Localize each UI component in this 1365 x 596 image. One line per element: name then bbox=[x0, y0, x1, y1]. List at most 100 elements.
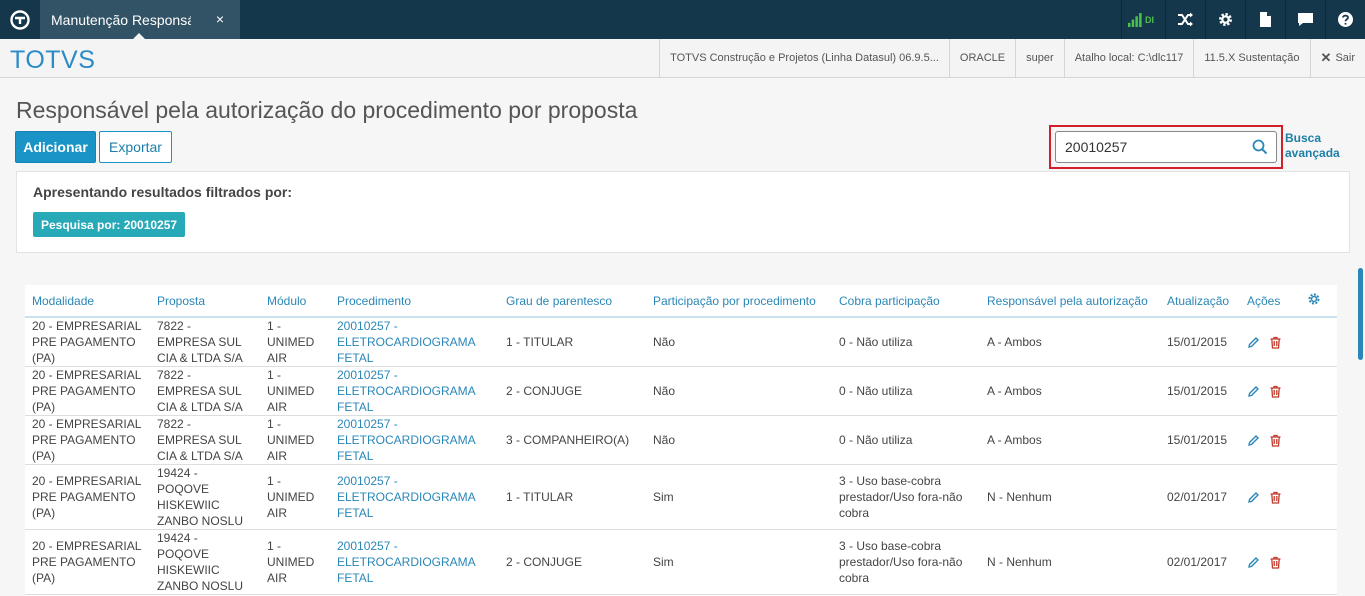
cell-grau: 1 - TITULAR bbox=[499, 317, 646, 367]
edit-icon[interactable] bbox=[1247, 336, 1260, 349]
col-grau[interactable]: Grau de parentesco bbox=[499, 285, 646, 318]
cell-modalidade: 20 - EMPRESARIAL PRE PAGAMENTO (PA) bbox=[25, 317, 150, 367]
shortcut-info: Atalho local: C:\dlc117 bbox=[1063, 39, 1194, 77]
cell-proposta: 7822 - EMPRESA SUL CIA & LTDA S/A bbox=[150, 415, 260, 465]
close-icon: ✕ bbox=[1320, 50, 1332, 65]
edit-icon[interactable] bbox=[1247, 491, 1260, 504]
database-info: ORACLE bbox=[948, 39, 1015, 77]
cell-cobra: 0 - Não utiliza bbox=[832, 317, 980, 367]
trash-icon[interactable] bbox=[1269, 385, 1282, 398]
cell-modulo: 1 - UNIMED AIR bbox=[260, 464, 330, 530]
cell-acoes bbox=[1240, 415, 1300, 465]
table-row: 20 - EMPRESARIAL PRE PAGAMENTO (PA) 1942… bbox=[25, 529, 1337, 595]
edit-icon[interactable] bbox=[1247, 556, 1260, 569]
gear-icon bbox=[1219, 13, 1232, 26]
search-input[interactable] bbox=[1057, 132, 1247, 162]
search-icon[interactable] bbox=[1252, 139, 1268, 155]
cell-atualizacao: 15/01/2015 bbox=[1160, 366, 1240, 416]
cell-procedimento-link[interactable]: 20010257 - ELETROCARDIOGRAMA FETAL bbox=[330, 366, 499, 416]
cell-procedimento-link[interactable]: 20010257 - ELETROCARDIOGRAMA FETAL bbox=[330, 464, 499, 530]
cell-acoes bbox=[1240, 464, 1300, 530]
shuffle-button[interactable] bbox=[1165, 0, 1205, 39]
cell-procedimento-link[interactable]: 20010257 - ELETROCARDIOGRAMA FETAL bbox=[330, 529, 499, 595]
app-menu-button[interactable] bbox=[0, 0, 40, 39]
export-button[interactable]: Exportar bbox=[99, 131, 172, 163]
filter-panel: Apresentando resultados filtrados por: P… bbox=[16, 171, 1350, 253]
cell-responsavel: A - Ambos bbox=[980, 415, 1160, 465]
user-info: super bbox=[1015, 39, 1064, 77]
table-row: 20 - EMPRESARIAL PRE PAGAMENTO (PA) 7822… bbox=[25, 415, 1337, 465]
cell-empty bbox=[1300, 529, 1337, 595]
help-button[interactable] bbox=[1325, 0, 1365, 39]
app-header: TOTVS TOTVS Construção e Projetos (Linha… bbox=[0, 39, 1365, 78]
page-scrollbar[interactable] bbox=[1358, 268, 1363, 360]
gear-icon bbox=[1308, 293, 1320, 305]
cell-atualizacao: 15/01/2015 bbox=[1160, 317, 1240, 367]
cell-modulo: 1 - UNIMED AIR bbox=[260, 366, 330, 416]
edit-icon[interactable] bbox=[1247, 434, 1260, 447]
cell-modulo: 1 - UNIMED AIR bbox=[260, 529, 330, 595]
cell-responsavel: A - Ambos bbox=[980, 366, 1160, 416]
col-participacao[interactable]: Participação por procedimento bbox=[646, 285, 832, 318]
advanced-search-link[interactable]: Busca avançada bbox=[1285, 131, 1345, 161]
tab-label: Manutenção Responsável bbox=[51, 11, 191, 28]
cell-modalidade: 20 - EMPRESARIAL PRE PAGAMENTO (PA) bbox=[25, 529, 150, 595]
col-modalidade[interactable]: Modalidade bbox=[25, 285, 150, 318]
filter-chip[interactable]: Pesquisa por: 20010257 bbox=[33, 212, 186, 237]
trash-icon[interactable] bbox=[1269, 556, 1282, 569]
edit-icon[interactable] bbox=[1247, 385, 1260, 398]
cell-participacao: Sim bbox=[646, 529, 832, 595]
cell-cobra: 0 - Não utiliza bbox=[832, 415, 980, 465]
cell-modulo: 1 - UNIMED AIR bbox=[260, 415, 330, 465]
cell-participacao: Não bbox=[646, 317, 832, 367]
cell-participacao: Não bbox=[646, 366, 832, 416]
cell-acoes bbox=[1240, 366, 1300, 416]
connection-status[interactable]: DI bbox=[1121, 0, 1165, 39]
trash-icon[interactable] bbox=[1269, 336, 1282, 349]
table-row: 20 - EMPRESARIAL PRE PAGAMENTO (PA) 7822… bbox=[25, 366, 1337, 416]
col-atualizacao[interactable]: Atualização bbox=[1160, 285, 1240, 318]
logout-button[interactable]: ✕ Sair bbox=[1309, 39, 1365, 77]
top-bar: Manutenção Responsável × DI bbox=[0, 0, 1365, 40]
cell-proposta: 19424 - POQOVE HISKEWIIC ZANBO NOSLU bbox=[150, 529, 260, 595]
settings-button[interactable] bbox=[1205, 0, 1245, 39]
page-title: Responsável pela autorização do procedim… bbox=[16, 97, 638, 123]
cell-modalidade: 20 - EMPRESARIAL PRE PAGAMENTO (PA) bbox=[25, 464, 150, 530]
filter-title: Apresentando resultados filtrados por: bbox=[33, 184, 293, 200]
table-row: 20 - EMPRESARIAL PRE PAGAMENTO (PA) 1942… bbox=[25, 464, 1337, 530]
cell-participacao: Não bbox=[646, 415, 832, 465]
cell-cobra: 3 - Uso base-cobra prestador/Uso fora-nã… bbox=[832, 464, 980, 530]
trash-icon[interactable] bbox=[1269, 434, 1282, 447]
cell-cobra: 3 - Uso base-cobra prestador/Uso fora-nã… bbox=[832, 529, 980, 595]
document-button[interactable] bbox=[1245, 0, 1285, 39]
cell-empty bbox=[1300, 464, 1337, 530]
col-cobra[interactable]: Cobra participação bbox=[832, 285, 980, 318]
cell-responsavel: N - Nenhum bbox=[980, 464, 1160, 530]
cell-empty bbox=[1300, 317, 1337, 367]
cell-modulo: 1 - UNIMED AIR bbox=[260, 317, 330, 367]
cell-atualizacao: 15/01/2015 bbox=[1160, 415, 1240, 465]
trash-icon[interactable] bbox=[1269, 491, 1282, 504]
cell-modalidade: 20 - EMPRESARIAL PRE PAGAMENTO (PA) bbox=[25, 415, 150, 465]
col-modulo[interactable]: Módulo bbox=[260, 285, 330, 318]
cell-grau: 2 - CONJUGE bbox=[499, 529, 646, 595]
toolbar-icons: DI bbox=[1121, 0, 1365, 39]
cell-empty bbox=[1300, 366, 1337, 416]
tab-manutencao[interactable]: Manutenção Responsável × bbox=[40, 0, 240, 40]
cell-grau: 2 - CONJUGE bbox=[499, 366, 646, 416]
cell-procedimento-link[interactable]: 20010257 - ELETROCARDIOGRAMA FETAL bbox=[330, 317, 499, 367]
cell-procedimento-link[interactable]: 20010257 - ELETROCARDIOGRAMA FETAL bbox=[330, 415, 499, 465]
cell-modalidade: 20 - EMPRESARIAL PRE PAGAMENTO (PA) bbox=[25, 366, 150, 416]
chat-button[interactable] bbox=[1285, 0, 1325, 39]
help-icon bbox=[1338, 12, 1353, 27]
col-proposta[interactable]: Proposta bbox=[150, 285, 260, 318]
session-info-bar: TOTVS Construção e Projetos (Linha Datas… bbox=[659, 39, 1365, 77]
cell-grau: 1 - TITULAR bbox=[499, 464, 646, 530]
tab-close-button[interactable]: × bbox=[216, 11, 224, 27]
column-settings-button[interactable] bbox=[1300, 285, 1337, 318]
col-responsavel[interactable]: Responsável pela autorização bbox=[980, 285, 1160, 318]
cell-proposta: 7822 - EMPRESA SUL CIA & LTDA S/A bbox=[150, 317, 260, 367]
cell-responsavel: A - Ambos bbox=[980, 317, 1160, 367]
add-button[interactable]: Adicionar bbox=[15, 131, 96, 163]
col-procedimento[interactable]: Procedimento bbox=[330, 285, 499, 318]
